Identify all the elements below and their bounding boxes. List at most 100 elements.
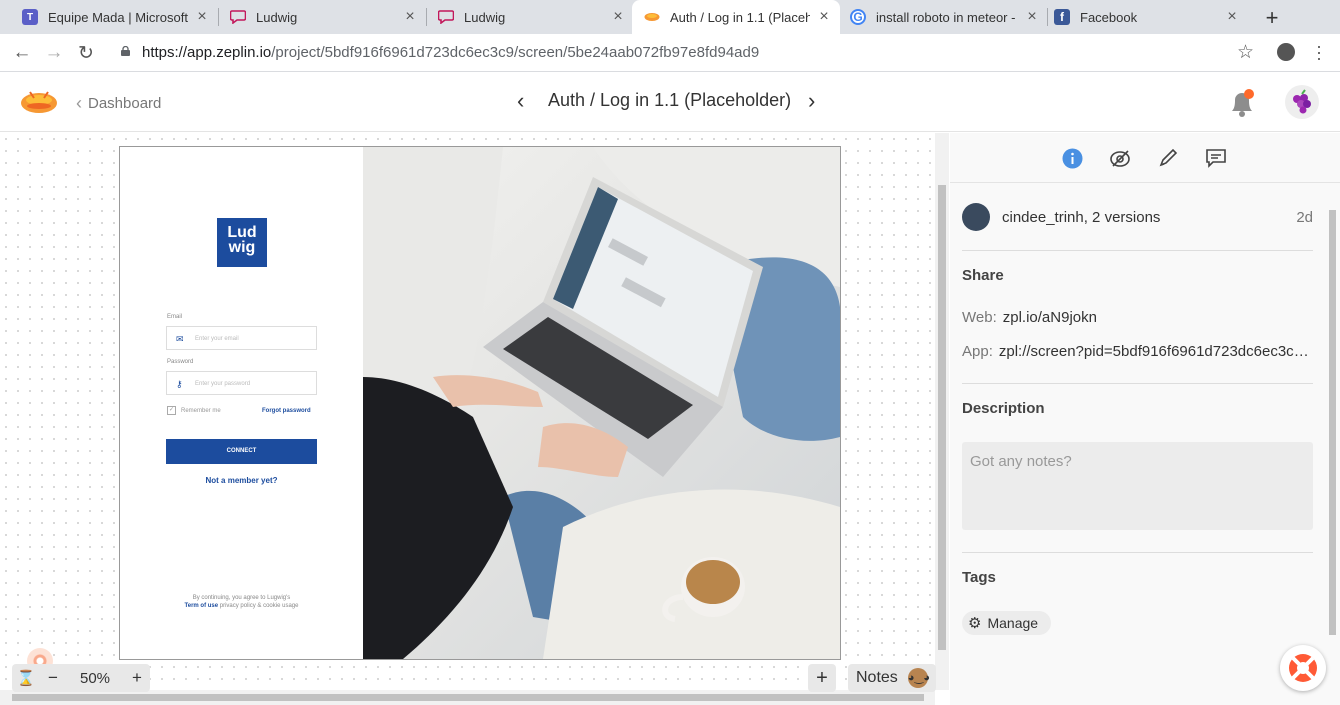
app-key: App: — [962, 343, 993, 360]
monkey-emoji-icon: ◕‿◕ — [907, 668, 930, 688]
browser-tab-facebook[interactable]: f Facebook × — [1048, 0, 1248, 34]
browser-tab-teams[interactable]: T Equipe Mada | Microsoft × — [0, 0, 218, 34]
manage-label: Manage — [987, 615, 1039, 631]
notes-label: Notes — [856, 669, 898, 686]
user-avatar[interactable] — [1285, 85, 1319, 119]
description-heading: Description — [962, 400, 1045, 417]
terms-rest: privacy policy & cookie usage — [219, 603, 299, 609]
manage-tags-button[interactable]: ⚙ Manage — [962, 611, 1052, 635]
chat-bubble-icon — [230, 9, 246, 25]
lifebuoy-icon — [1289, 654, 1317, 682]
password-label: Password — [167, 359, 194, 365]
add-button[interactable]: + — [808, 664, 836, 692]
version-time: 2d — [1296, 208, 1313, 226]
bookmark-star-icon[interactable]: ☆ — [1237, 41, 1254, 64]
description-notes-field[interactable]: Got any notes? — [962, 442, 1313, 530]
screen-artboard[interactable]: Lud wig Email ✉ Enter your email Password … — [119, 146, 841, 660]
eye-icon[interactable] — [1108, 146, 1132, 170]
dashboard-label: Dashboard — [88, 95, 162, 112]
info-icon[interactable] — [1060, 146, 1084, 170]
version-info[interactable]: cindee_trinh, 2 versions 2d — [962, 203, 1313, 231]
tab-label: Equipe Mada | Microsoft — [48, 9, 188, 25]
pen-icon[interactable] — [1156, 146, 1180, 170]
canvas-horizontal-scrollbar[interactable] — [0, 690, 935, 705]
not-member-link[interactable]: Not a member yet? — [120, 476, 363, 485]
notification-bell-icon[interactable] — [1228, 87, 1256, 119]
tab-label: Facebook — [1080, 9, 1138, 25]
screen-title: Auth / Log in 1.1 (Placeholder) — [548, 90, 792, 110]
sidebar-scrollbar[interactable] — [1327, 198, 1339, 688]
notes-button[interactable]: Notes ◕‿◕ — [848, 664, 936, 692]
share-app-row[interactable]: App: zpl://screen?pid=5bdf916f6961d723dc6… — [962, 343, 1313, 360]
dashboard-back-link[interactable]: ‹ Dashboard — [76, 93, 161, 114]
divider — [962, 250, 1313, 251]
browser-tab-zeplin[interactable]: Auth / Log in 1.1 (Placeho × — [632, 0, 840, 34]
browser-toolbar: ← → ↻ https://app.zeplin.io/project/5bdf… — [0, 34, 1340, 72]
tab-label: install roboto in meteor - — [876, 9, 1016, 25]
close-icon[interactable]: × — [816, 8, 832, 26]
connect-button[interactable]: CONNECT — [166, 439, 317, 464]
terms-line: By continuing, you agree to Lugwig's — [192, 595, 291, 601]
browser-tab-google[interactable]: G install roboto in meteor - × — [840, 0, 1048, 34]
new-tab-button[interactable]: + — [1262, 5, 1282, 31]
app-link[interactable]: zpl://screen?pid=5bdf916f6961d723dc6ec3c… — [999, 343, 1313, 360]
envelope-icon: ✉ — [176, 334, 184, 344]
scroll-thumb[interactable] — [938, 185, 946, 650]
zeplin-logo-icon[interactable] — [20, 86, 58, 118]
key-icon: ⚷ — [176, 379, 183, 389]
web-key: Web: — [962, 309, 997, 326]
zoom-in-button[interactable]: + — [124, 668, 150, 688]
scroll-thumb[interactable] — [12, 694, 924, 701]
zoom-level: 50% — [79, 669, 111, 687]
canvas-vertical-scrollbar[interactable] — [935, 133, 949, 690]
browser-tab-ludwig-1[interactable]: Ludwig × — [208, 0, 426, 34]
terms-text: By continuing, you agree to Lugwig's Term… — [120, 594, 363, 610]
comment-icon[interactable] — [1204, 146, 1228, 170]
login-panel: Lud wig Email ✉ Enter your email Password … — [120, 147, 363, 659]
gear-icon: ⚙ — [968, 615, 982, 632]
zoom-out-button[interactable]: − — [40, 668, 66, 688]
lock-icon — [121, 46, 130, 56]
laptop-photo — [363, 147, 840, 659]
url-path: /project/5bdf916f6961d723dc6ec3c9/screen… — [271, 44, 760, 61]
sidebar-tabs — [950, 133, 1340, 183]
close-icon[interactable]: × — [1224, 8, 1240, 26]
version-text: cindee_trinh, 2 versions — [1002, 208, 1161, 226]
reload-icon[interactable]: ↻ — [75, 42, 97, 65]
share-web-row[interactable]: Web: zpl.io/aN9jokn — [962, 309, 1313, 326]
email-label: Email — [167, 314, 183, 320]
divider — [962, 552, 1313, 553]
remember-me-checkbox[interactable]: ✓ Remember me — [167, 406, 221, 415]
remember-label: Remember me — [181, 407, 221, 414]
browser-tab-ludwig-2[interactable]: Ludwig × — [416, 0, 634, 34]
zoom-control: ⌛ − 50% + — [12, 664, 150, 692]
email-placeholder: Enter your email — [195, 336, 239, 342]
more-menu-icon[interactable]: · · · — [1316, 37, 1322, 67]
terms-of-use-link[interactable]: Term of use — [185, 603, 219, 609]
next-screen-chevron-icon[interactable]: › — [808, 88, 815, 114]
scroll-thumb[interactable] — [1329, 210, 1336, 635]
checkbox-icon: ✓ — [167, 406, 176, 415]
forward-arrow-icon[interactable]: → — [43, 42, 65, 64]
tab-label: Ludwig — [256, 9, 298, 25]
close-icon[interactable]: × — [1024, 8, 1040, 26]
back-arrow-icon[interactable]: ← — [11, 42, 33, 64]
address-bar[interactable]: https://app.zeplin.io/project/5bdf916f69… — [142, 44, 759, 61]
url-host: https://app.zeplin.io — [142, 44, 272, 61]
chat-bubble-icon — [438, 9, 454, 25]
hourglass-icon[interactable]: ⌛ — [12, 669, 40, 687]
close-icon[interactable]: × — [610, 8, 626, 26]
tab-label: Ludwig — [464, 9, 506, 25]
google-icon: G — [850, 9, 866, 25]
help-lifebuoy-button[interactable] — [1280, 645, 1326, 691]
previous-screen-chevron-icon[interactable]: ‹ — [517, 88, 524, 114]
author-avatar — [962, 203, 990, 231]
share-heading: Share — [962, 267, 1004, 284]
forgot-password-link[interactable]: Forgot password — [262, 408, 311, 414]
tags-heading: Tags — [962, 569, 996, 586]
teams-icon: T — [22, 9, 38, 25]
account-icon[interactable] — [1277, 43, 1295, 61]
email-field[interactable]: ✉ Enter your email — [166, 326, 317, 350]
web-link[interactable]: zpl.io/aN9jokn — [1003, 309, 1097, 326]
password-field[interactable]: ⚷ Enter your password — [166, 371, 317, 395]
